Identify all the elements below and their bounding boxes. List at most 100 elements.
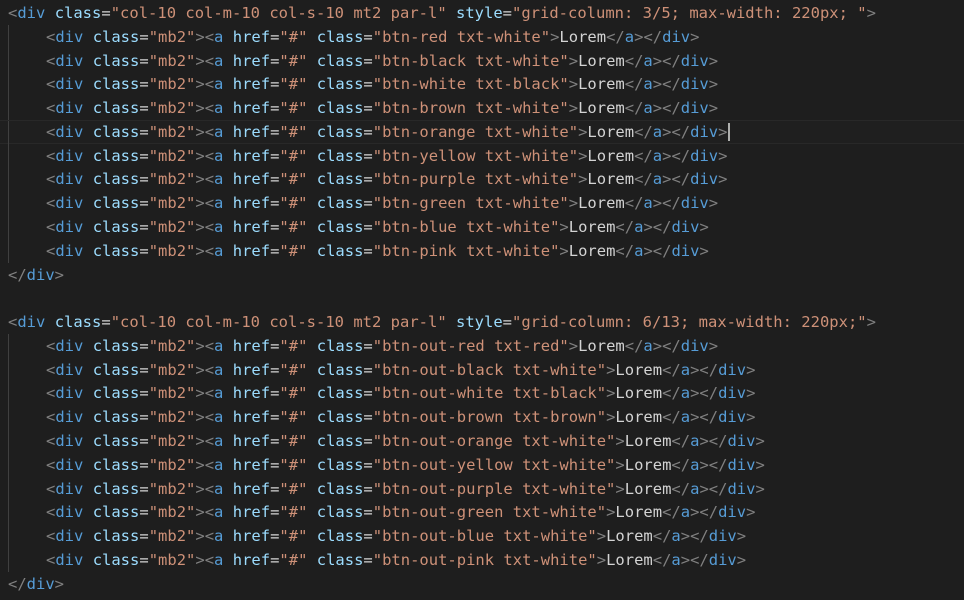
code-token: =	[101, 4, 111, 22]
code-token: class	[92, 336, 140, 355]
code-token: a	[214, 432, 224, 451]
code-token: "mb2"	[148, 503, 196, 522]
indent-guide	[8, 72, 10, 97]
code-line[interactable]: <div class="mb2"><a href="#" class="btn-…	[0, 357, 964, 382]
code-token: ></	[690, 384, 719, 403]
code-line[interactable]	[0, 286, 964, 310]
code-token: =	[363, 408, 373, 427]
code-token: class	[92, 27, 140, 46]
code-token: style	[456, 313, 503, 332]
code-token: >	[559, 241, 569, 260]
code-token: =	[363, 432, 373, 451]
code-token: div	[718, 360, 747, 379]
code-line[interactable]: <div class="mb2"><a href="#" class="btn-…	[0, 24, 964, 49]
indent-guide	[8, 238, 10, 263]
code-token: href	[232, 384, 271, 403]
code-line[interactable]: </div>	[0, 263, 964, 287]
code-token: a	[214, 122, 224, 141]
code-line[interactable]: <div class="mb2"><a href="#" class="btn-…	[0, 143, 964, 168]
code-line[interactable]: <div class="mb2"><a href="#" class="btn-…	[0, 96, 964, 121]
code-token: "mb2"	[148, 384, 196, 403]
code-token: =	[139, 170, 149, 189]
code-token: "mb2"	[148, 455, 196, 474]
indent-guide	[8, 215, 10, 240]
code-editor[interactable]: <div class="col-10 col-m-10 col-s-10 mt2…	[0, 0, 964, 600]
code-line[interactable]: <div class="mb2"><a href="#" class="btn-…	[0, 167, 964, 192]
text-cursor	[728, 123, 731, 142]
code-token: div	[17, 313, 46, 332]
code-token: =	[363, 218, 373, 237]
code-token: =	[270, 432, 280, 451]
code-line[interactable]: <div class="col-10 col-m-10 col-s-10 mt2…	[0, 310, 964, 334]
code-token: href	[232, 527, 271, 546]
code-token: div	[671, 241, 700, 260]
code-token: =	[270, 194, 280, 213]
code-token: >	[708, 51, 719, 70]
code-line[interactable]: <div class="mb2"><a href="#" class="btn-…	[0, 429, 964, 454]
code-token: =	[139, 479, 149, 498]
code-token: >	[736, 550, 747, 569]
code-line[interactable]: <div class="mb2"><a href="#" class="btn-…	[0, 476, 964, 501]
code-line[interactable]: <div class="mb2"><a href="#" class="btn-…	[0, 547, 964, 572]
code-line[interactable]: <div class="mb2"><a href="#" class="btn-…	[0, 381, 964, 406]
code-text: <div class="mb2"><a href="#" class="btn-…	[46, 25, 699, 49]
code-line[interactable]: <div class="mb2"><a href="#" class="btn-…	[0, 238, 964, 263]
code-token: ></	[652, 99, 681, 118]
code-token: </	[671, 479, 691, 498]
code-token: =	[139, 455, 149, 474]
code-token: =	[139, 194, 149, 213]
code-token: class	[92, 99, 140, 118]
code-token: </	[652, 550, 672, 569]
code-token: Lorem	[615, 408, 663, 427]
code-line[interactable]: <div class="mb2"><a href="#" class="btn-…	[0, 333, 964, 358]
code-line[interactable]: <div class="col-10 col-m-10 col-s-10 mt2…	[0, 1, 964, 25]
code-line[interactable]: <div class="mb2"><a href="#" class="btn-…	[0, 48, 964, 73]
code-token: <	[46, 455, 56, 474]
code-line[interactable]: <div class="mb2"><a href="#" class="btn-…	[0, 72, 964, 97]
code-line[interactable]: <div class="mb2"><a href="#" class="btn-…	[0, 405, 964, 430]
code-token: div	[727, 455, 756, 474]
code-line[interactable]: <div class="mb2"><a href="#" class="btn-…	[0, 215, 964, 240]
code-line[interactable]: <div class="mb2"><a href="#" class="btn-…	[0, 500, 964, 525]
code-line[interactable]: <div class="mb2"><a href="#" class="btn-…	[0, 191, 964, 216]
code-token: </	[662, 503, 681, 522]
code-token: </	[624, 194, 644, 213]
code-token: class	[316, 336, 364, 355]
code-line[interactable]: </div>	[0, 572, 964, 596]
code-token: =	[139, 75, 149, 94]
code-line[interactable]: <div class="mb2"><a href="#" class="btn-…	[0, 452, 964, 477]
code-token: =	[101, 313, 111, 332]
code-token: "mb2"	[148, 51, 196, 70]
code-token: "btn-out-blue txt-white"	[372, 527, 597, 546]
code-token: "btn-white txt-black"	[372, 75, 569, 94]
code-token: a	[214, 455, 224, 474]
code-token: =	[363, 99, 373, 118]
code-token: ></	[643, 218, 672, 237]
code-line[interactable]: <div class="mb2"><a href="#" class="btn-…	[0, 119, 964, 145]
code-token: div	[55, 218, 84, 237]
code-token: class	[316, 122, 364, 141]
code-token: =	[363, 503, 373, 522]
code-line[interactable]: <div class="mb2"><a href="#" class="btn-…	[0, 524, 964, 549]
code-token: a	[671, 527, 681, 546]
code-token: "btn-out-red txt-red"	[372, 336, 569, 355]
code-token: >	[690, 27, 700, 46]
code-token: class	[92, 170, 140, 189]
code-token: "#"	[279, 455, 308, 474]
code-token: "#"	[279, 550, 308, 569]
code-token: >	[746, 360, 756, 379]
code-token: a	[214, 51, 224, 70]
code-token: >	[866, 4, 876, 22]
code-token: class	[92, 527, 140, 546]
